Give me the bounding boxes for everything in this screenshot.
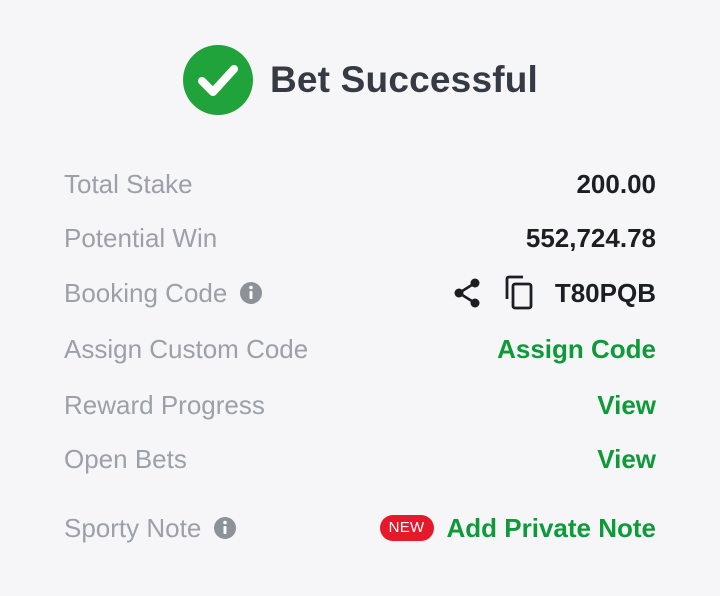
row-total-stake: Total Stake 200.00 bbox=[64, 164, 656, 204]
open-bets-label: Open Bets bbox=[64, 443, 187, 474]
potential-win-value: 552,724.78 bbox=[525, 222, 656, 253]
new-badge: NEW bbox=[379, 515, 434, 541]
sporty-note-actions: NEW Add Private Note bbox=[379, 513, 657, 544]
row-assign-custom-code: Assign Custom Code Assign Code bbox=[64, 329, 656, 369]
sporty-note-label: Sporty Note bbox=[64, 512, 202, 543]
copy-icon[interactable] bbox=[503, 275, 535, 311]
sporty-note-label-group: Sporty Note bbox=[64, 513, 237, 544]
reward-progress-view-link[interactable]: View bbox=[597, 390, 656, 421]
booking-code-label-group: Booking Code bbox=[64, 278, 263, 309]
total-stake-label: Total Stake bbox=[64, 168, 193, 199]
check-circle-icon bbox=[182, 45, 253, 115]
info-icon[interactable] bbox=[239, 281, 263, 305]
add-private-note-link[interactable]: Add Private Note bbox=[447, 513, 657, 544]
total-stake-value: 200.00 bbox=[576, 168, 656, 199]
bet-success-card: Bet Successful Total Stake 200.00 Potent… bbox=[0, 0, 720, 596]
assign-code-link[interactable]: Assign Code bbox=[497, 334, 656, 365]
success-header: Bet Successful bbox=[0, 44, 720, 116]
share-icon[interactable] bbox=[451, 275, 483, 311]
assign-custom-code-label: Assign Custom Code bbox=[64, 333, 309, 364]
row-open-bets: Open Bets View bbox=[64, 439, 656, 479]
page-title: Bet Successful bbox=[269, 59, 539, 100]
row-booking-code: Booking Code T80PQB bbox=[64, 273, 656, 313]
booking-code-value[interactable]: T80PQB bbox=[555, 278, 656, 309]
row-potential-win: Potential Win 552,724.78 bbox=[64, 218, 656, 258]
info-icon[interactable] bbox=[213, 516, 237, 540]
open-bets-view-link[interactable]: View bbox=[597, 444, 656, 475]
row-reward-progress: Reward Progress View bbox=[64, 385, 656, 425]
booking-code-label: Booking Code bbox=[64, 277, 228, 308]
booking-code-actions: T80PQB bbox=[451, 275, 656, 311]
row-sporty-note: Sporty Note NEW Add Private Note bbox=[64, 508, 656, 548]
reward-progress-label: Reward Progress bbox=[64, 389, 265, 420]
potential-win-label: Potential Win bbox=[64, 222, 218, 253]
